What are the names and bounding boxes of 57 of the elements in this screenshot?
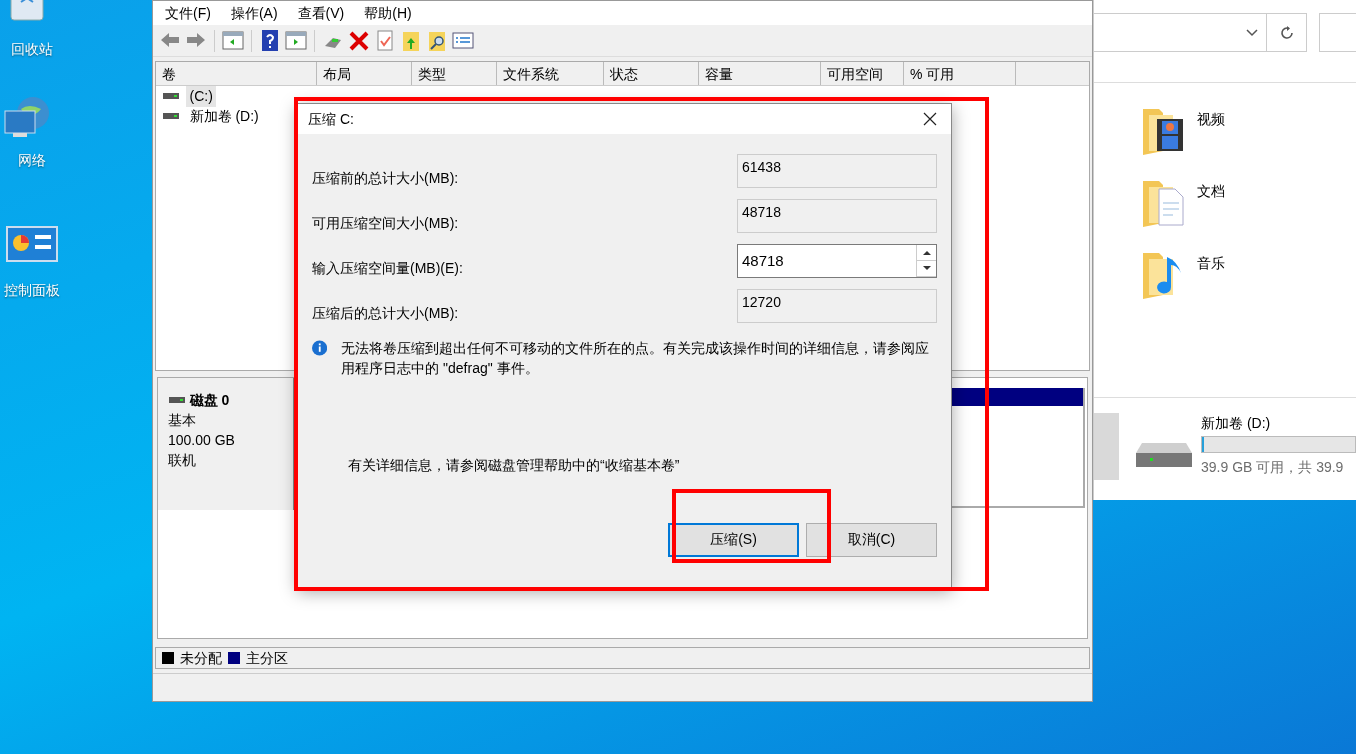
column-header[interactable]: 卷 bbox=[156, 62, 317, 85]
disk-name: 磁盘 0 bbox=[189, 391, 230, 410]
legend-label: 主分区 bbox=[246, 648, 288, 668]
legend-label: 未分配 bbox=[180, 648, 222, 668]
column-header[interactable]: 可用空间 bbox=[821, 62, 904, 85]
spin-up-icon[interactable] bbox=[922, 250, 931, 255]
column-header[interactable]: 类型 bbox=[412, 62, 497, 85]
folder-name[interactable]: 文档 bbox=[1197, 180, 1225, 202]
selection-highlight bbox=[1094, 413, 1119, 480]
refresh-icon bbox=[1278, 24, 1295, 41]
spin-down-icon[interactable] bbox=[922, 266, 931, 271]
refresh-button[interactable] bbox=[1267, 13, 1307, 52]
menu-item[interactable]: 查看(V) bbox=[297, 2, 345, 24]
chevron-down-icon[interactable] bbox=[1245, 27, 1259, 38]
volume-name[interactable]: 新加卷 (D:) bbox=[186, 105, 263, 127]
folder-name[interactable]: 音乐 bbox=[1197, 252, 1225, 274]
disk-detail: 联机 bbox=[168, 451, 197, 470]
number-spinner[interactable]: 48718 bbox=[737, 244, 937, 278]
column-header[interactable]: % 可用 bbox=[904, 62, 1016, 85]
drive-icon bbox=[162, 90, 180, 102]
drive-icon bbox=[162, 110, 180, 122]
shrink-button[interactable]: 压缩(S) bbox=[668, 522, 799, 557]
search-field[interactable] bbox=[1319, 13, 1356, 52]
menu-item[interactable]: 操作(A) bbox=[230, 2, 278, 24]
list-icon[interactable] bbox=[452, 29, 474, 52]
delete-icon[interactable] bbox=[348, 29, 370, 52]
field-label: 压缩前的总计大小(MB): bbox=[312, 168, 459, 188]
column-header[interactable]: 布局 bbox=[317, 62, 412, 85]
column-header[interactable]: 文件系统 bbox=[497, 62, 604, 85]
help-message: 有关详细信息，请参阅磁盘管理帮助中的“收缩基本卷” bbox=[348, 455, 681, 475]
drive-name[interactable]: 新加卷 (D:) bbox=[1201, 413, 1356, 434]
disk-detail: 基本 bbox=[168, 411, 197, 430]
readonly-field: 61438 bbox=[737, 154, 937, 188]
help-icon[interactable] bbox=[259, 29, 281, 52]
drive-space-text: 39.9 GB 可用，共 39.9 bbox=[1201, 458, 1345, 477]
field-label: 输入压缩空间量(MB)(E): bbox=[312, 258, 463, 278]
up-folder-icon[interactable] bbox=[400, 29, 422, 52]
folder-name[interactable]: 视频 bbox=[1197, 108, 1225, 130]
menu-item[interactable]: 文件(F) bbox=[165, 2, 211, 24]
readonly-field: 12720 bbox=[737, 289, 937, 323]
check-document-icon[interactable] bbox=[374, 29, 396, 52]
volume-name[interactable]: (C:) bbox=[186, 85, 217, 107]
field-label: 可用压缩空间大小(MB): bbox=[312, 213, 459, 233]
field-label: 压缩后的总计大小(MB): bbox=[312, 303, 459, 323]
readonly-field: 48718 bbox=[737, 199, 937, 233]
search-folder-icon[interactable] bbox=[426, 29, 448, 52]
drive-icon bbox=[168, 394, 186, 406]
info-icon bbox=[312, 337, 328, 358]
close-icon[interactable] bbox=[923, 112, 937, 126]
info-message: 无法将卷压缩到超出任何不可移动的文件所在的点。有关完成该操作时间的详细信息，请参阅应用程序日志中的 "defrag" 事件。 bbox=[341, 338, 931, 378]
dialog-title: 压缩 C: bbox=[308, 109, 354, 129]
disk-detail: 100.00 GB bbox=[168, 431, 236, 450]
window-pane-icon[interactable] bbox=[222, 29, 244, 52]
column-header[interactable]: 状态 bbox=[604, 62, 699, 85]
cancel-button[interactable]: 取消(C) bbox=[806, 522, 937, 557]
column-header[interactable]: 容量 bbox=[699, 62, 821, 85]
menu-item[interactable]: 帮助(H) bbox=[364, 2, 412, 24]
